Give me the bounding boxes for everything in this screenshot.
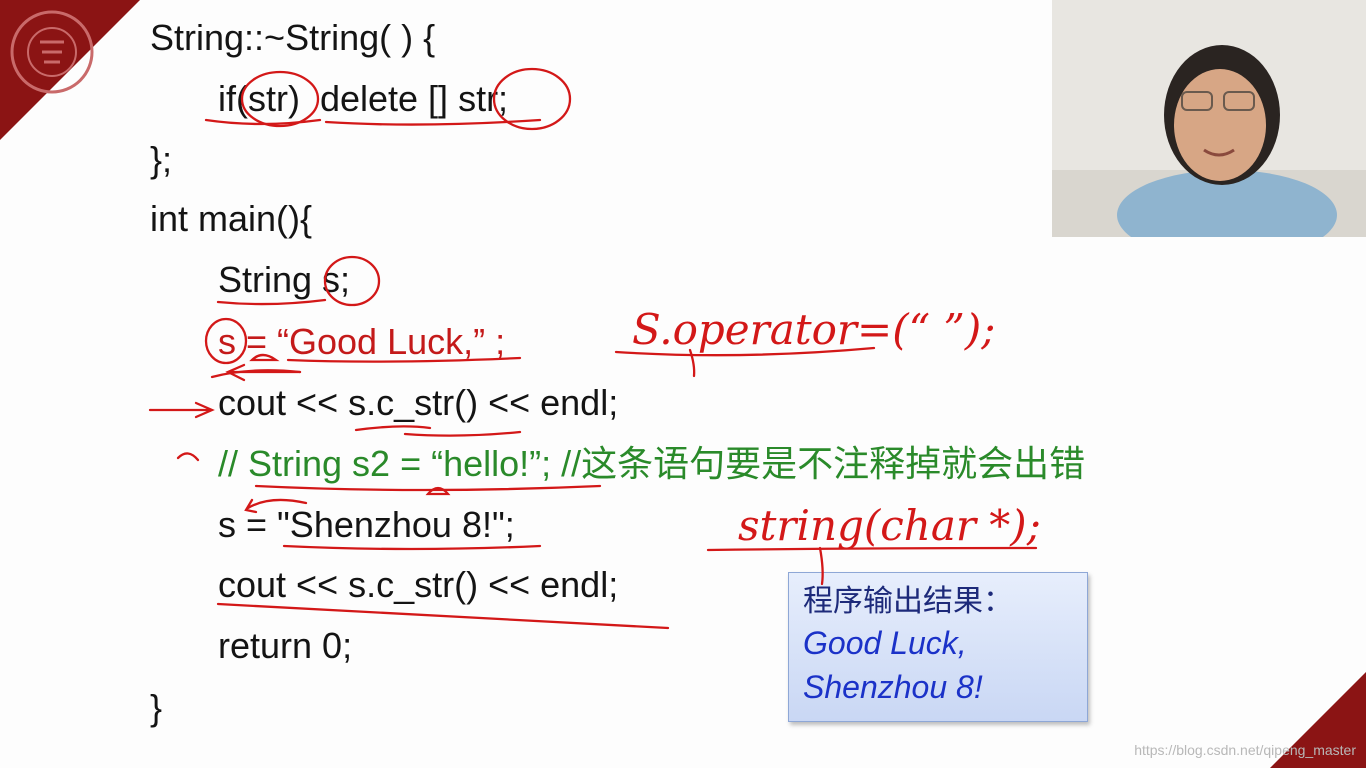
handwriting-operator-note: S.operator=(“ ”); (632, 305, 995, 354)
lecturer-video-overlay (1052, 0, 1366, 237)
output-line: Shenzhou 8! (803, 669, 983, 705)
code-line: if(str) delete [] str; (218, 78, 509, 119)
output-line: Good Luck, (803, 625, 967, 661)
code-line: cout << s.c_str() << endl; (218, 382, 619, 423)
code-comment-line: // String s2 = “hello!”; //这条语句要是不注释掉就会出… (218, 443, 1086, 484)
code-line: String s; (218, 259, 351, 300)
code-line: }; (150, 139, 173, 180)
handwriting-string-note: string(char *); (738, 501, 1041, 550)
lecture-slide: String::~String( ) { if(str) delete [] s… (0, 0, 1366, 768)
program-output-box: 程序输出结果： Good Luck, Shenzhou 8! (788, 572, 1088, 722)
code-line: String::~String( ) { (150, 17, 436, 58)
watermark-url: https://blog.csdn.net/qipeng_master (1134, 742, 1356, 758)
output-title: 程序输出结果： (803, 585, 1013, 618)
university-seal-logo (10, 10, 94, 94)
code-line: return 0; (218, 625, 353, 666)
code-line: int main(){ (150, 198, 313, 239)
code-line: } (150, 687, 163, 728)
code-line: s = "Shenzhou 8!"; (218, 504, 515, 545)
lecturer-image (1052, 0, 1366, 237)
code-line: s = “Good Luck,” ; (218, 321, 506, 362)
code-line: cout << s.c_str() << endl; (218, 564, 619, 605)
